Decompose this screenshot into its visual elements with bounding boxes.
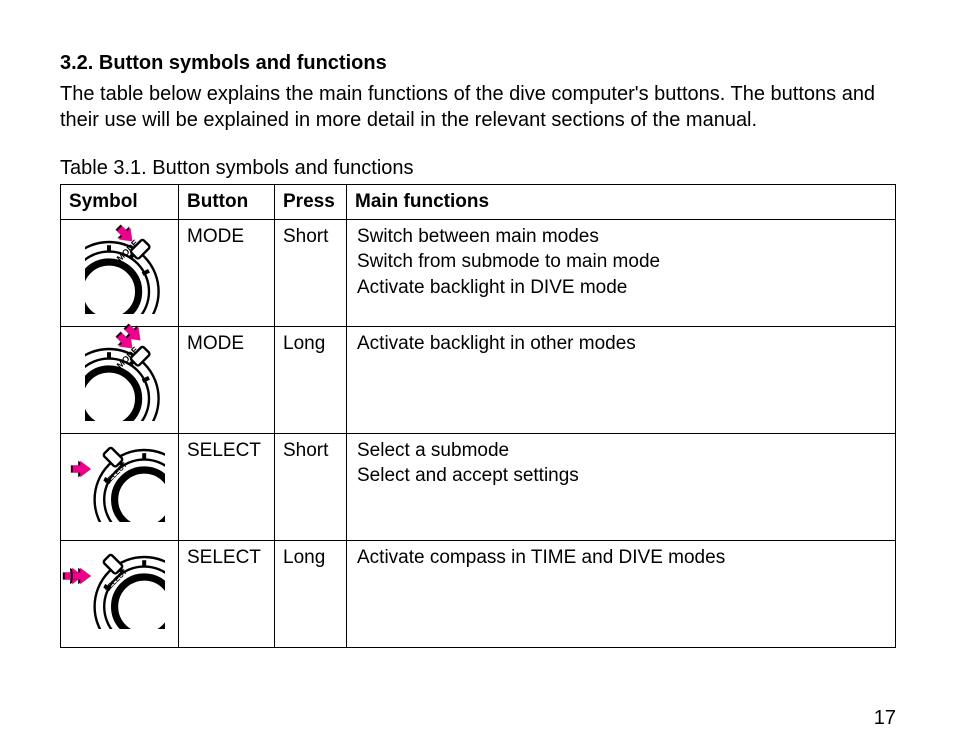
function-line: Switch between main modes (357, 224, 885, 250)
col-header-press: Press (275, 185, 347, 220)
press-type: Short (275, 219, 347, 326)
button-name: SELECT (179, 540, 275, 647)
button-functions-table: Symbol Button Press Main functions (60, 184, 896, 648)
select-long-press-icon: SELECT (69, 547, 169, 631)
main-functions: Select a submode Select and accept setti… (347, 433, 896, 540)
function-line: Switch from submode to main mode (357, 249, 885, 275)
mode-short-press-icon: MODE (69, 226, 169, 310)
page-number: 17 (874, 707, 896, 730)
table-header-row: Symbol Button Press Main functions (61, 185, 896, 220)
symbol-cell: SELECT (61, 433, 179, 540)
press-type: Long (275, 326, 347, 433)
main-functions: Activate backlight in other modes (347, 326, 896, 433)
col-header-button: Button (179, 185, 275, 220)
table-row: SELECT SELECT Long Activate compass in T… (61, 540, 896, 647)
symbol-cell: SELECT (61, 540, 179, 647)
table-row: MODE MODE Short Switch between main mode… (61, 219, 896, 326)
function-line: Activate backlight in DIVE mode (357, 275, 885, 301)
function-line: Activate backlight in other modes (357, 331, 885, 357)
function-line: Activate compass in TIME and DIVE modes (357, 545, 885, 571)
col-header-functions: Main functions (347, 185, 896, 220)
main-functions: Activate compass in TIME and DIVE modes (347, 540, 896, 647)
watch-mode-icon: MODE (85, 341, 165, 421)
mode-long-press-icon: MODE (69, 333, 169, 417)
select-short-press-icon: SELECT (69, 440, 169, 524)
table-caption: Table 3.1. Button symbols and functions (60, 157, 896, 180)
watch-mode-icon: MODE (85, 234, 165, 314)
button-name: MODE (179, 326, 275, 433)
section-intro: The table below explains the main functi… (60, 81, 896, 133)
watch-select-icon: SELECT (85, 549, 165, 629)
press-type: Short (275, 433, 347, 540)
button-name: SELECT (179, 433, 275, 540)
table-row: SELECT SELECT Short Select a submode Sel… (61, 433, 896, 540)
table-row: MODE MODE Long Activate backlight in oth… (61, 326, 896, 433)
function-line: Select and accept settings (357, 463, 885, 489)
main-functions: Switch between main modes Switch from su… (347, 219, 896, 326)
button-name: MODE (179, 219, 275, 326)
col-header-symbol: Symbol (61, 185, 179, 220)
press-type: Long (275, 540, 347, 647)
function-line: Select a submode (357, 438, 885, 464)
watch-select-icon: SELECT (85, 442, 165, 522)
symbol-cell: MODE (61, 219, 179, 326)
symbol-cell: MODE (61, 326, 179, 433)
section-heading: 3.2. Button symbols and functions (60, 52, 896, 75)
manual-page: 3.2. Button symbols and functions The ta… (0, 0, 954, 756)
